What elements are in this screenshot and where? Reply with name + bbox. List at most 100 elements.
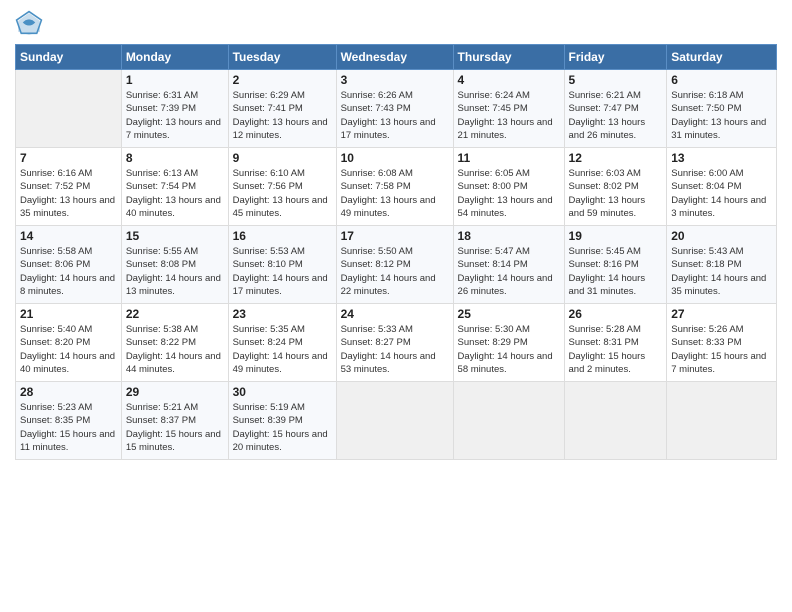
weekday-header: Saturday [667,45,777,70]
calendar-cell: 2Sunrise: 6:29 AMSunset: 7:41 PMDaylight… [228,70,336,148]
logo-icon [15,10,43,38]
day-number: 12 [569,151,663,165]
calendar-cell: 17 Sunrise: 5:50 AMSunset: 8:12 PMDayligh… [336,226,453,304]
day-number: 18 [458,229,560,243]
calendar-cell: 13 Sunrise: 6:00 AMSunset: 8:04 PMDayligh… [667,148,777,226]
calendar-cell: 23 Sunrise: 5:35 AMSunset: 8:24 PMDayligh… [228,304,336,382]
day-number: 6 [671,73,772,87]
day-info: Sunrise: 5:47 AMSunset: 8:14 PMDaylight:… [458,245,560,298]
calendar-cell: 6 Sunrise: 6:18 AMSunset: 7:50 PMDaylight… [667,70,777,148]
day-info: Sunrise: 5:19 AMSunset: 8:39 PMDaylight:… [233,401,332,454]
day-number: 22 [126,307,224,321]
day-info: Sunrise: 5:26 AMSunset: 8:33 PMDaylight:… [671,323,772,376]
calendar-cell: 26 Sunrise: 5:28 AMSunset: 8:31 PMDayligh… [564,304,667,382]
page-container: SundayMondayTuesdayWednesdayThursdayFrid… [0,0,792,470]
day-info: Sunrise: 5:55 AMSunset: 8:08 PMDaylight:… [126,245,224,298]
day-info: Sunrise: 6:08 AMSunset: 7:58 PMDaylight:… [341,167,449,220]
calendar-cell: 5 Sunrise: 6:21 AMSunset: 7:47 PMDaylight… [564,70,667,148]
calendar-week-row: 28 Sunrise: 5:23 AMSunset: 8:35 PMDayligh… [16,382,777,460]
calendar-cell: 12 Sunrise: 6:03 AMSunset: 8:02 PMDayligh… [564,148,667,226]
weekday-header: Tuesday [228,45,336,70]
day-info: Sunrise: 5:43 AMSunset: 8:18 PMDaylight:… [671,245,772,298]
calendar-cell: 20 Sunrise: 5:43 AMSunset: 8:18 PMDayligh… [667,226,777,304]
day-info: Sunrise: 5:21 AMSunset: 8:37 PMDaylight:… [126,401,224,454]
day-number: 10 [341,151,449,165]
day-info: Sunrise: 6:21 AMSunset: 7:47 PMDaylight:… [569,89,663,142]
calendar-cell: 1 Sunrise: 6:31 AMSunset: 7:39 PMDaylight… [121,70,228,148]
day-number: 1 [126,73,224,87]
weekday-header: Friday [564,45,667,70]
logo [15,10,47,38]
day-info: Sunrise: 6:31 AMSunset: 7:39 PMDaylight:… [126,89,224,142]
day-info: Sunrise: 5:50 AMSunset: 8:12 PMDaylight:… [341,245,449,298]
calendar-body: 1 Sunrise: 6:31 AMSunset: 7:39 PMDaylight… [16,70,777,460]
day-number: 15 [126,229,224,243]
calendar-table: SundayMondayTuesdayWednesdayThursdayFrid… [15,44,777,460]
calendar-cell: 10 Sunrise: 6:08 AMSunset: 7:58 PMDayligh… [336,148,453,226]
day-number: 9 [233,151,332,165]
day-info: Sunrise: 5:40 AMSunset: 8:20 PMDaylight:… [20,323,117,376]
calendar-cell: 11Sunrise: 6:05 AMSunset: 8:00 PMDayligh… [453,148,564,226]
day-number: 26 [569,307,663,321]
day-info: Sunrise: 5:28 AMSunset: 8:31 PMDaylight:… [569,323,663,376]
day-number: 17 [341,229,449,243]
day-number: 5 [569,73,663,87]
day-info: Sunrise: 5:35 AMSunset: 8:24 PMDaylight:… [233,323,332,376]
day-number: 14 [20,229,117,243]
calendar-cell [336,382,453,460]
calendar-week-row: 14 Sunrise: 5:58 AMSunset: 8:06 PMDayligh… [16,226,777,304]
day-number: 2 [233,73,332,87]
calendar-cell [667,382,777,460]
day-info: Sunrise: 5:23 AMSunset: 8:35 PMDaylight:… [20,401,117,454]
calendar-week-row: 21Sunrise: 5:40 AMSunset: 8:20 PMDayligh… [16,304,777,382]
day-info: Sunrise: 6:16 AMSunset: 7:52 PMDaylight:… [20,167,117,220]
calendar-cell: 4 Sunrise: 6:24 AMSunset: 7:45 PMDaylight… [453,70,564,148]
weekday-header: Wednesday [336,45,453,70]
calendar-cell [16,70,122,148]
day-number: 29 [126,385,224,399]
day-number: 4 [458,73,560,87]
day-info: Sunrise: 5:38 AMSunset: 8:22 PMDaylight:… [126,323,224,376]
day-info: Sunrise: 6:24 AMSunset: 7:45 PMDaylight:… [458,89,560,142]
calendar-cell: 7Sunrise: 6:16 AMSunset: 7:52 PMDaylight… [16,148,122,226]
calendar-cell: 21Sunrise: 5:40 AMSunset: 8:20 PMDayligh… [16,304,122,382]
day-number: 25 [458,307,560,321]
calendar-cell: 19 Sunrise: 5:45 AMSunset: 8:16 PMDayligh… [564,226,667,304]
day-number: 3 [341,73,449,87]
calendar-cell: 9Sunrise: 6:10 AMSunset: 7:56 PMDaylight… [228,148,336,226]
calendar-cell: 14 Sunrise: 5:58 AMSunset: 8:06 PMDayligh… [16,226,122,304]
weekday-header: Thursday [453,45,564,70]
day-info: Sunrise: 5:45 AMSunset: 8:16 PMDaylight:… [569,245,663,298]
day-number: 23 [233,307,332,321]
calendar-cell: 30 Sunrise: 5:19 AMSunset: 8:39 PMDayligh… [228,382,336,460]
day-info: Sunrise: 6:18 AMSunset: 7:50 PMDaylight:… [671,89,772,142]
day-info: Sunrise: 5:53 AMSunset: 8:10 PMDaylight:… [233,245,332,298]
calendar-cell: 22 Sunrise: 5:38 AMSunset: 8:22 PMDayligh… [121,304,228,382]
calendar-cell: 15 Sunrise: 5:55 AMSunset: 8:08 PMDayligh… [121,226,228,304]
day-info: Sunrise: 6:26 AMSunset: 7:43 PMDaylight:… [341,89,449,142]
header [15,10,777,38]
calendar-cell: 18 Sunrise: 5:47 AMSunset: 8:14 PMDayligh… [453,226,564,304]
calendar-week-row: 7Sunrise: 6:16 AMSunset: 7:52 PMDaylight… [16,148,777,226]
calendar-cell: 3 Sunrise: 6:26 AMSunset: 7:43 PMDaylight… [336,70,453,148]
calendar-cell [564,382,667,460]
day-number: 28 [20,385,117,399]
calendar-cell: 29 Sunrise: 5:21 AMSunset: 8:37 PMDayligh… [121,382,228,460]
day-number: 13 [671,151,772,165]
calendar-header: SundayMondayTuesdayWednesdayThursdayFrid… [16,45,777,70]
calendar-cell [453,382,564,460]
day-number: 30 [233,385,332,399]
day-number: 20 [671,229,772,243]
day-number: 19 [569,229,663,243]
calendar-cell: 8Sunrise: 6:13 AMSunset: 7:54 PMDaylight… [121,148,228,226]
weekday-header: Sunday [16,45,122,70]
day-info: Sunrise: 5:30 AMSunset: 8:29 PMDaylight:… [458,323,560,376]
day-info: Sunrise: 5:58 AMSunset: 8:06 PMDaylight:… [20,245,117,298]
day-number: 24 [341,307,449,321]
calendar-cell: 16Sunrise: 5:53 AMSunset: 8:10 PMDayligh… [228,226,336,304]
day-info: Sunrise: 6:03 AMSunset: 8:02 PMDaylight:… [569,167,663,220]
weekday-row: SundayMondayTuesdayWednesdayThursdayFrid… [16,45,777,70]
calendar-cell: 27Sunrise: 5:26 AMSunset: 8:33 PMDayligh… [667,304,777,382]
day-info: Sunrise: 6:00 AMSunset: 8:04 PMDaylight:… [671,167,772,220]
calendar-cell: 24Sunrise: 5:33 AMSunset: 8:27 PMDayligh… [336,304,453,382]
